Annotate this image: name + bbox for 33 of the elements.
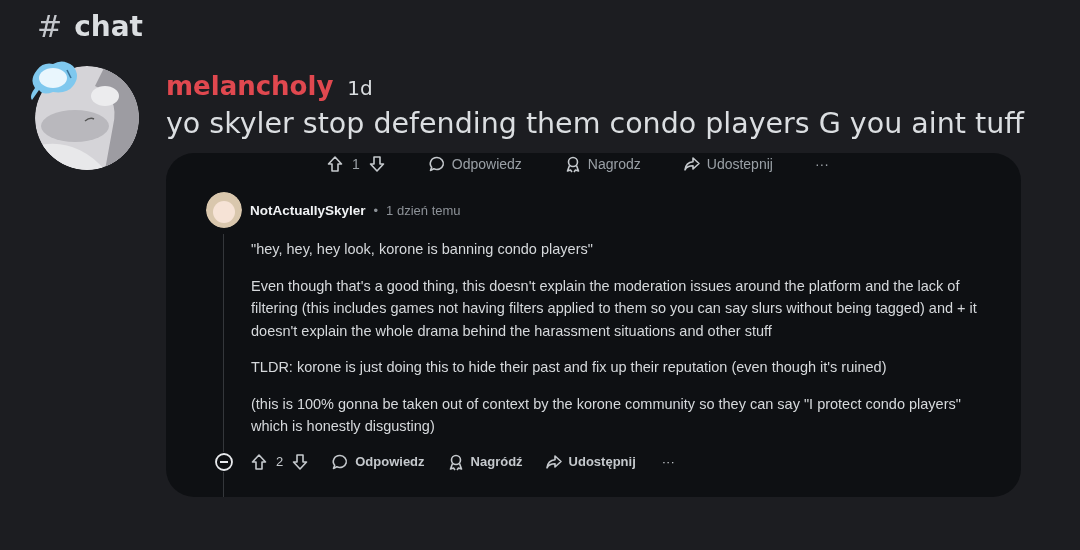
action-label[interactable]: Odpowiedz bbox=[451, 156, 522, 172]
upvote-icon[interactable] bbox=[326, 155, 344, 173]
more-options[interactable]: ··· bbox=[661, 454, 675, 469]
comment-author[interactable]: NotActuallySkyler bbox=[250, 202, 366, 218]
channel-hash: # bbox=[37, 8, 63, 44]
comment-paragraph: TLDR: korone is just doing this to hide their past and fix up their reputation (even though it's ruined) bbox=[251, 358, 888, 377]
action-label[interactable]: Odpowiedz bbox=[355, 454, 425, 469]
timestamp: 1d bbox=[347, 76, 373, 100]
username[interactable]: melancholy bbox=[166, 71, 334, 101]
downvote-icon[interactable] bbox=[291, 452, 310, 471]
comment-icon bbox=[427, 155, 446, 173]
upvote-icon[interactable] bbox=[250, 452, 268, 471]
share-icon bbox=[682, 155, 701, 173]
action-label[interactable]: Udostępnij bbox=[568, 454, 636, 469]
more-options[interactable]: ··· bbox=[814, 156, 829, 172]
comment-paragraph: (this is 100% gonna be taken out of context by the korone community so they can say "I protect condo players" which is honestly disgusting) bbox=[251, 394, 962, 436]
comment-icon bbox=[331, 452, 350, 471]
action-label[interactable]: Nagródź bbox=[470, 454, 523, 469]
comment-paragraph: Even though that's a good thing, this doesn't explain the moderation issues around the platform and the lack of filtering (this includes games not having filters applied to them so you can say slurs without being tagged) and + it doesn't explain the whole drama behind the harassment situations and other stuff bbox=[251, 276, 978, 341]
share-icon bbox=[544, 452, 563, 471]
comment-time: 1 dzień temu bbox=[386, 202, 461, 218]
vote-count: 1 bbox=[352, 156, 360, 172]
channel-name: chat bbox=[74, 9, 143, 43]
downvote-icon[interactable] bbox=[367, 155, 386, 173]
image-attachment[interactable] bbox=[166, 153, 1021, 497]
comment-paragraph: "hey, hey, hey look, korone is banning condo players" bbox=[251, 240, 594, 259]
message-text: yo skyler stop defending them condo players G you aint tuff bbox=[166, 107, 1024, 140]
action-label[interactable]: Udostepnij bbox=[706, 156, 773, 172]
avatar-icon bbox=[206, 192, 242, 228]
collapse-icon[interactable] bbox=[214, 451, 234, 472]
action-label[interactable]: Nagrodz bbox=[587, 156, 641, 172]
vote-count: 2 bbox=[276, 454, 284, 469]
separator-dot: • bbox=[373, 202, 379, 218]
